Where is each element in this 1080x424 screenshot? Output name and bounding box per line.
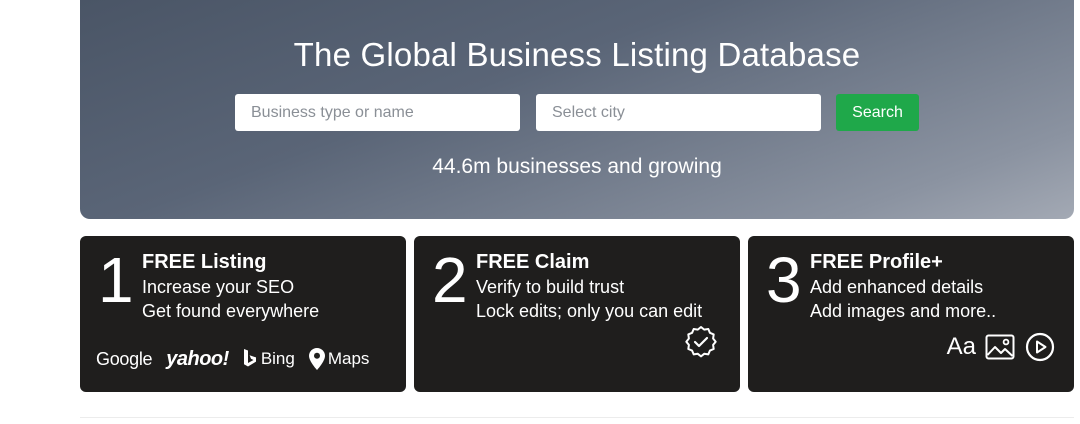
bing-label: Bing bbox=[260, 349, 295, 368]
step-number: 1 bbox=[98, 244, 134, 316]
card-description-line: Verify to build trust bbox=[476, 277, 625, 297]
city-select-input[interactable] bbox=[536, 94, 821, 131]
google-logo: Google bbox=[96, 348, 153, 369]
card-title: FREE Claim bbox=[476, 251, 590, 273]
section-divider bbox=[80, 417, 1074, 418]
yahoo-logo: yahoo! bbox=[166, 347, 229, 370]
step-number: 2 bbox=[432, 244, 468, 316]
card-description-line: Add images and more.. bbox=[810, 301, 997, 321]
hero-title: The Global Business Listing Database bbox=[293, 36, 861, 73]
card-title: FREE Profile+ bbox=[810, 251, 943, 273]
image-icon bbox=[984, 332, 1016, 362]
maps-logo: Maps bbox=[308, 348, 370, 370]
bing-logo: Bing bbox=[243, 349, 295, 369]
card-description-line: Get found everywhere bbox=[142, 301, 320, 321]
business-search-input[interactable] bbox=[235, 94, 520, 131]
free-claim-card[interactable]: 2 FREE Claim Verify to build trust Lock … bbox=[414, 236, 740, 392]
play-circle-icon bbox=[1024, 332, 1056, 362]
bing-icon bbox=[243, 349, 256, 367]
text-aa-icon: Aa bbox=[946, 333, 976, 360]
free-listing-card[interactable]: 1 FREE Listing Increase your SEO Get fou… bbox=[80, 236, 406, 392]
profile-feature-icons: Aa bbox=[947, 332, 1056, 362]
map-pin-icon bbox=[308, 348, 325, 370]
card-description-line: Add enhanced details bbox=[810, 277, 984, 297]
maps-label: Maps bbox=[327, 349, 370, 368]
hero-banner: The Global Business Listing Database Sea… bbox=[80, 0, 1074, 219]
free-profile-plus-card[interactable]: 3 FREE Profile+ Add enhanced details Add… bbox=[748, 236, 1074, 392]
search-button[interactable]: Search bbox=[836, 94, 919, 131]
card-description-line: Lock edits; only you can edit bbox=[476, 301, 703, 321]
search-engine-logos: Google yahoo! Bing Maps bbox=[96, 346, 396, 372]
card-description-line: Increase your SEO bbox=[142, 277, 295, 297]
business-count-text: 44.6m businesses and growing bbox=[432, 155, 722, 178]
verified-check-badge-icon bbox=[685, 326, 717, 358]
card-title: FREE Listing bbox=[142, 251, 267, 273]
step-number: 3 bbox=[766, 244, 802, 316]
